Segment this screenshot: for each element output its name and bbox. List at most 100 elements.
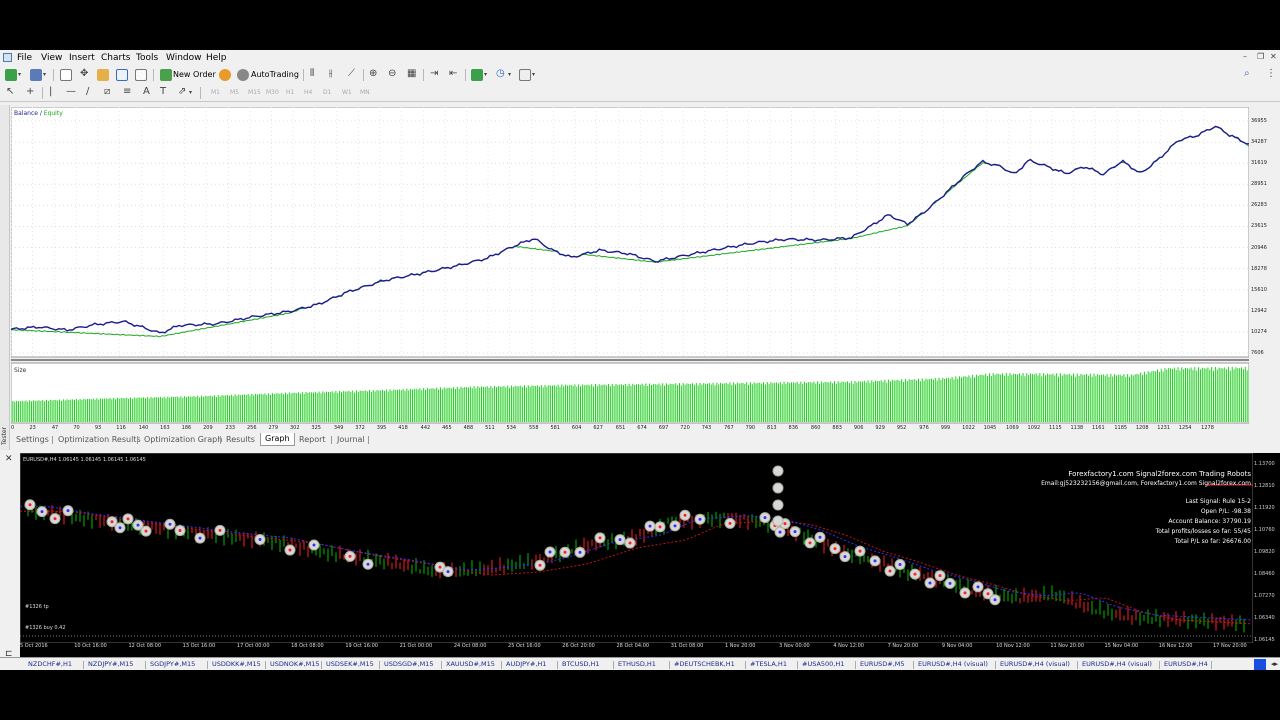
terminal-window: File View Insert Charts Tools Window Hel… xyxy=(0,50,1280,670)
autotrading-icon[interactable] xyxy=(237,69,249,81)
price-tick-label: 1.10760 xyxy=(1254,527,1275,533)
timeframe-m15[interactable]: M15 xyxy=(248,89,261,96)
new-order-icon[interactable] xyxy=(160,69,172,81)
chart-tab[interactable]: EURUSD#,M5 xyxy=(860,660,905,668)
chart-tab[interactable]: USDDKK#,M15 xyxy=(212,660,261,668)
cursor-icon[interactable]: ↖ xyxy=(6,86,14,97)
trade-marker-center xyxy=(948,581,952,585)
timeframe-h1[interactable]: H1 xyxy=(286,89,294,96)
new-chart-icon[interactable] xyxy=(5,69,17,81)
chart-tab[interactable]: XAUUSD#,M15 xyxy=(446,660,495,668)
options-icon[interactable]: ⋮ xyxy=(1266,68,1276,79)
chart-tab[interactable]: ETHUSD,H1 xyxy=(618,660,656,668)
menu-help[interactable]: Help xyxy=(206,53,227,63)
trade-marker-center xyxy=(986,592,990,596)
chart-tab[interactable]: USDSGD#,M15 xyxy=(384,660,433,668)
auto-scroll-icon[interactable]: ⇥ xyxy=(430,68,438,79)
terminal-icon[interactable] xyxy=(116,69,128,81)
fibonacci-icon[interactable]: ≡ xyxy=(123,86,131,97)
meta-editor-icon[interactable] xyxy=(219,69,231,81)
chart-tab[interactable]: USDNOK#,M15 xyxy=(270,660,320,668)
chart-tab[interactable]: USDSEK#,M15 xyxy=(326,660,374,668)
bar-chart-icon[interactable]: ⫴ xyxy=(310,68,314,79)
search-icon[interactable]: ⌕ xyxy=(1244,68,1250,79)
tab-graph[interactable]: Graph xyxy=(260,433,295,446)
chart-tab[interactable]: EURUSD#,H4 (visual) xyxy=(918,660,988,668)
candlestick-icon[interactable]: ⫲ xyxy=(329,68,332,79)
menu-window[interactable]: Window xyxy=(166,53,202,63)
timeframe-m30[interactable]: M30 xyxy=(266,89,279,96)
crosshair-nav-icon[interactable]: ✥ xyxy=(80,68,88,79)
menu-insert[interactable]: Insert xyxy=(69,53,95,63)
text-label-icon[interactable]: T xyxy=(160,86,166,97)
menu-view[interactable]: View xyxy=(41,53,62,63)
close-icon[interactable]: ✕ xyxy=(1270,52,1277,61)
market-watch-icon[interactable] xyxy=(60,69,72,81)
menu-charts[interactable]: Charts xyxy=(101,53,130,63)
tile-windows-icon[interactable]: ▦ xyxy=(407,68,416,79)
trade-marker-center xyxy=(53,517,57,521)
timeframe-h4[interactable]: H4 xyxy=(304,89,312,96)
chevron-down-icon[interactable]: ▾ xyxy=(532,71,535,78)
balance-graph-svg xyxy=(11,107,1249,424)
chart-tab[interactable]: #TESLA,H1 xyxy=(750,660,787,668)
periods-icon[interactable]: ◷ xyxy=(496,68,505,79)
chart-tab[interactable]: SGDJPY#,M15 xyxy=(150,660,195,668)
scroll-arrows-icon[interactable]: ◂▸ xyxy=(1271,660,1278,668)
x-tick-label: 929 xyxy=(875,425,885,431)
text-icon[interactable]: A xyxy=(143,86,150,97)
timeframe-mn[interactable]: MN xyxy=(360,89,370,96)
chart-tab[interactable]: #USA500,H1 xyxy=(802,660,844,668)
timeframe-w1[interactable]: W1 xyxy=(342,89,352,96)
tab-report[interactable]: Report xyxy=(299,434,326,446)
timeframe-m5[interactable]: M5 xyxy=(230,89,239,96)
timeframe-m1[interactable]: M1 xyxy=(211,89,220,96)
tab-results[interactable]: Results xyxy=(226,434,255,446)
toolbar-separator xyxy=(465,69,466,81)
chart-shift-icon[interactable]: ⇤ xyxy=(449,68,457,79)
horizontal-line-icon[interactable]: — xyxy=(66,86,76,97)
price-chart[interactable]: EURUSD#,H4 1.06145 1.06145 1.06145 1.061… xyxy=(20,453,1253,643)
chevron-down-icon[interactable]: ▾ xyxy=(43,71,46,78)
tab-journal[interactable]: Journal xyxy=(337,434,365,446)
channel-icon[interactable]: ⧄ xyxy=(104,86,110,97)
autotrading-button[interactable]: AutoTrading xyxy=(251,70,299,79)
tab-optimization-results[interactable]: Optimization Results xyxy=(58,434,141,446)
chevron-down-icon[interactable]: ▾ xyxy=(484,71,487,78)
menu-file[interactable]: File xyxy=(17,53,32,63)
chevron-down-icon[interactable]: ▾ xyxy=(18,71,21,78)
arrows-icon[interactable]: ⇗ xyxy=(178,86,186,97)
vertical-line-icon[interactable]: | xyxy=(49,86,52,97)
timeframe-d1[interactable]: D1 xyxy=(323,89,331,96)
y-tick-label: 12942 xyxy=(1251,307,1267,314)
restore-icon[interactable]: ❐ xyxy=(1257,52,1264,61)
chart-tab[interactable]: NZDJPY#,M15 xyxy=(88,660,133,668)
chart-tab[interactable]: EURUSD#,H4 (visual) xyxy=(1000,660,1070,668)
chart-tab[interactable]: EURUSD#,H4 (visual) xyxy=(1082,660,1152,668)
chart-tab[interactable]: AUDJPY#,H1 xyxy=(506,660,546,668)
tab-settings[interactable]: Settings xyxy=(16,434,49,446)
chart-tab[interactable]: BTCUSD,H1 xyxy=(562,660,600,668)
crosshair-icon[interactable]: + xyxy=(26,86,34,97)
chart-tab[interactable]: EURUSD#,H4 xyxy=(1164,660,1208,668)
minimize-icon[interactable]: – xyxy=(1243,52,1247,61)
close-chart-icon[interactable]: ✕ xyxy=(5,454,13,464)
chart-tab[interactable]: #DEUTSCHEBK,H1 xyxy=(674,660,735,668)
line-studies-toolbar: ↖ + | — / ⧄ ≡ A T ⇗ ▾ M1 M5 M15 M30 H1 H… xyxy=(0,84,1280,102)
chevron-down-icon[interactable]: ▾ xyxy=(189,89,192,96)
navigator-icon[interactable] xyxy=(97,69,109,81)
new-order-button[interactable]: New Order xyxy=(173,70,216,79)
chevron-down-icon[interactable]: ▾ xyxy=(508,71,511,78)
zoom-in-icon[interactable]: ⊕ xyxy=(369,68,377,79)
menu-tools[interactable]: Tools xyxy=(136,53,158,63)
trendline-icon[interactable]: / xyxy=(86,86,89,97)
strategy-tester-icon[interactable] xyxy=(135,69,147,81)
profiles-icon[interactable] xyxy=(30,69,42,81)
line-chart-icon[interactable]: ⟋ xyxy=(348,68,355,79)
templates-icon[interactable] xyxy=(519,69,531,81)
time-tick-label: 10 Oct 16:00 xyxy=(74,643,107,649)
zoom-out-icon[interactable]: ⊖ xyxy=(388,68,396,79)
chart-tab[interactable]: NZDCHF#,H1 xyxy=(28,660,72,668)
tab-optimization-graph[interactable]: Optimization Graph xyxy=(144,434,222,446)
indicators-icon[interactable] xyxy=(471,69,483,81)
